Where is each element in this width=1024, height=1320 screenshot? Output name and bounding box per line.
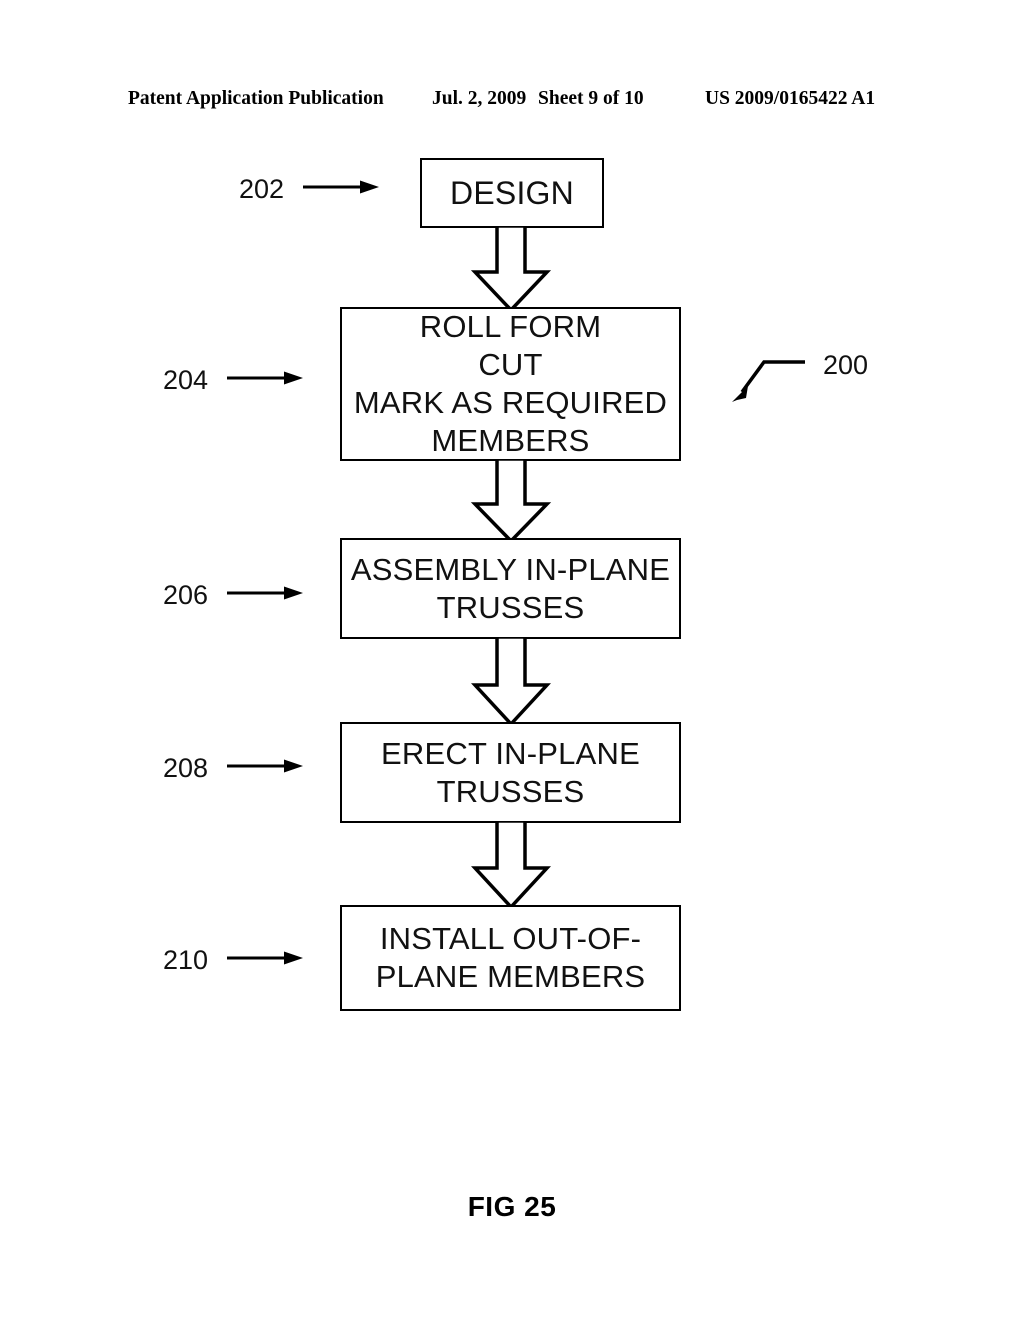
flowchart-step-roll-form: ROLL FORM CUT MARK AS REQUIRED MEMBERS (340, 307, 681, 461)
flow-connector-arrow-4-icon (468, 821, 554, 907)
reference-numeral-204: 204 (163, 365, 209, 395)
reference-leader-arrow-210-icon (227, 949, 303, 967)
patent-figure-page: Patent Application Publication Jul. 2, 2… (0, 0, 1024, 1320)
flowchart-step-erect-label: ERECT IN-PLANE TRUSSES (381, 735, 640, 809)
flowchart-step-install-label: INSTALL OUT-OF- PLANE MEMBERS (375, 921, 646, 994)
flowchart-step-assembly-in-plane-trusses: ASSEMBLY IN-PLANE TRUSSES (340, 538, 681, 639)
flow-connector-arrow-1-icon (468, 226, 554, 310)
flow-connector-arrow-2-icon (468, 459, 554, 541)
flowchart-step-design: DESIGN (420, 158, 604, 228)
reference-leader-arrow-206-icon (227, 584, 303, 602)
figure-caption: FIG 25 (467, 1191, 557, 1222)
reference-leader-arrow-208-icon (227, 757, 303, 775)
figure-leader-line-200-icon (726, 352, 806, 408)
reference-numeral-202: 202 (239, 174, 285, 204)
header-sheet-number: Sheet 9 of 10 (538, 88, 644, 109)
flowchart-step-roll-form-label: ROLL FORM CUT MARK AS REQUIRED MEMBERS (353, 309, 668, 458)
flowchart-step-erect-in-plane-trusses: ERECT IN-PLANE TRUSSES (340, 722, 681, 823)
flowchart-step-install-out-of-plane-members: INSTALL OUT-OF- PLANE MEMBERS (340, 905, 681, 1011)
patent-header: Patent Application Publication Jul. 2, 2… (0, 86, 1024, 112)
flowchart-step-assembly-label: ASSEMBLY IN-PLANE TRUSSES (350, 551, 671, 625)
flow-connector-arrow-3-icon (468, 637, 554, 724)
reference-numeral-210: 210 (163, 945, 209, 975)
header-publication-date: Jul. 2, 2009 (432, 88, 527, 109)
reference-leader-arrow-202-icon (303, 178, 379, 196)
reference-leader-arrow-204-icon (227, 369, 303, 387)
flowchart-step-design-label: DESIGN (450, 175, 574, 211)
reference-numeral-206: 206 (163, 580, 209, 610)
header-publication-title: Patent Application Publication (128, 88, 384, 109)
reference-numeral-208: 208 (163, 753, 209, 783)
figure-reference-numeral-200: 200 (823, 350, 869, 380)
header-patent-number: US 2009/0165422 A1 (705, 88, 876, 109)
